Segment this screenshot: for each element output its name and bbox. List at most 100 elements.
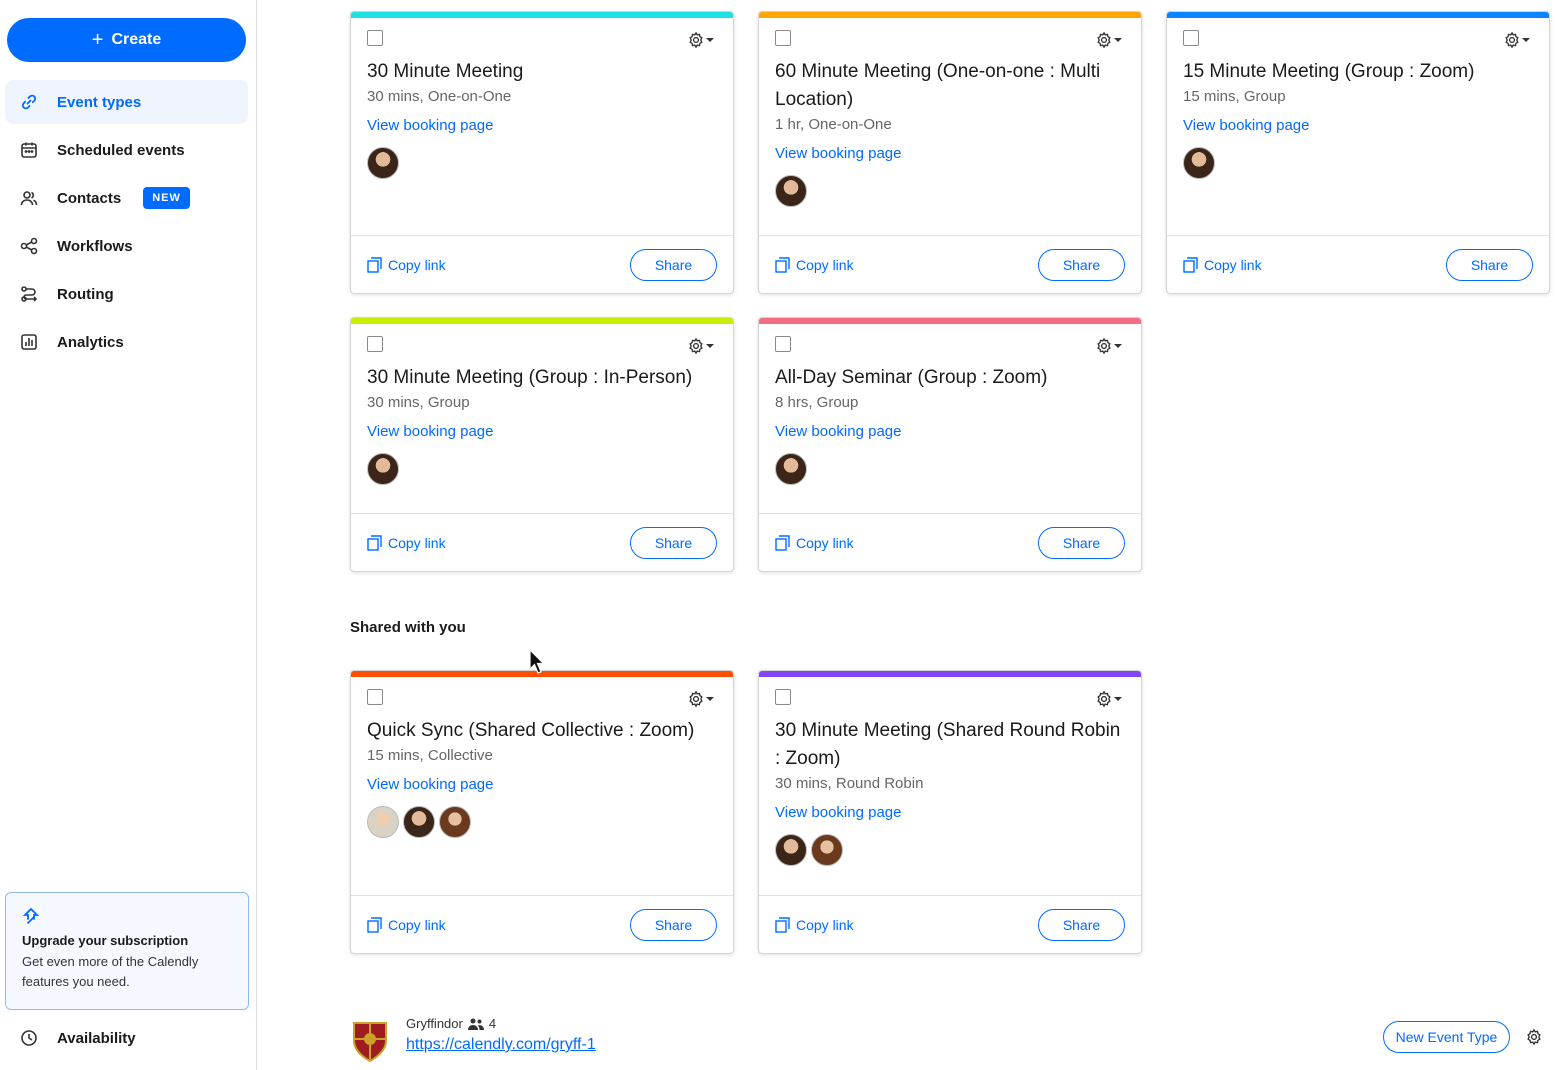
event-card: 30 Minute Meeting (Group : In-Person) 30… — [350, 317, 734, 572]
copy-link-button[interactable]: Copy link — [775, 257, 854, 273]
gear-icon — [689, 690, 703, 708]
event-card: 30 Minute Meeting (Shared Round Robin : … — [758, 670, 1142, 954]
mouse-cursor-icon — [529, 649, 545, 674]
avatar — [367, 453, 399, 485]
view-booking-link[interactable]: View booking page — [775, 804, 902, 821]
card-subtitle: 8 hrs, Group — [775, 394, 859, 411]
link-icon — [20, 93, 38, 111]
card-checkbox[interactable] — [775, 689, 791, 705]
gear-icon — [1505, 31, 1519, 49]
sidebar-item-label: Scheduled events — [57, 141, 185, 159]
copy-link-button[interactable]: Copy link — [367, 257, 446, 273]
avatar — [775, 175, 807, 207]
sidebar-item-label: Routing — [57, 285, 114, 303]
gear-icon — [1097, 31, 1111, 49]
gear-icon — [1097, 337, 1111, 355]
event-card: Quick Sync (Shared Collective : Zoom) 15… — [350, 670, 734, 954]
sidebar-item-event-types[interactable]: Event types — [5, 80, 248, 124]
sidebar-item-label: Event types — [57, 93, 142, 111]
sidebar-item-contacts[interactable]: Contacts NEW — [5, 176, 248, 220]
create-button[interactable]: + Create — [7, 18, 246, 62]
caret-down-icon — [706, 344, 714, 348]
copy-link-button[interactable]: Copy link — [775, 917, 854, 933]
card-checkbox[interactable] — [367, 336, 383, 352]
share-button[interactable]: Share — [1038, 248, 1125, 281]
caret-down-icon — [1114, 38, 1122, 42]
card-checkbox[interactable] — [367, 689, 383, 705]
gear-icon — [1527, 1028, 1541, 1046]
gear-icon — [1097, 690, 1111, 708]
caret-down-icon — [1522, 38, 1530, 42]
avatar — [367, 147, 399, 179]
sidebar-nav: Event types Scheduled events Contacts NE… — [5, 80, 248, 368]
sidebar-item-scheduled-events[interactable]: Scheduled events — [5, 128, 248, 172]
share-button[interactable]: Share — [630, 526, 717, 559]
sidebar: + Create Event types Scheduled events Co… — [0, 0, 257, 1070]
new-event-type-button[interactable]: New Event Type — [1383, 1021, 1510, 1053]
copy-link-button[interactable]: Copy link — [367, 535, 446, 551]
new-badge: NEW — [143, 187, 190, 209]
upgrade-panel[interactable]: Upgrade your subscription Get even more … — [5, 892, 249, 1010]
card-settings-menu[interactable] — [1503, 30, 1533, 50]
avatar — [367, 806, 399, 838]
team-name-label: Gryffindor — [406, 1016, 463, 1031]
copy-link-label: Copy link — [388, 534, 446, 551]
card-settings-menu[interactable] — [687, 30, 717, 50]
card-checkbox[interactable] — [775, 336, 791, 352]
analytics-icon — [20, 333, 38, 351]
app: + Create Event types Scheduled events Co… — [0, 0, 1558, 1070]
card-settings-menu[interactable] — [1095, 30, 1125, 50]
copy-link-button[interactable]: Copy link — [367, 917, 446, 933]
plus-icon: + — [91, 29, 104, 51]
share-button[interactable]: Share — [630, 248, 717, 281]
card-subtitle: 30 mins, Round Robin — [775, 775, 924, 792]
share-button[interactable]: Share — [1038, 526, 1125, 559]
sidebar-item-analytics[interactable]: Analytics — [5, 320, 248, 364]
caret-down-icon — [706, 697, 714, 701]
copy-link-button[interactable]: Copy link — [1183, 257, 1262, 273]
view-booking-link[interactable]: View booking page — [1183, 117, 1310, 134]
copy-link-label: Copy link — [796, 256, 854, 273]
upgrade-icon — [22, 907, 40, 925]
copy-icon — [367, 916, 382, 933]
share-button[interactable]: Share — [630, 908, 717, 941]
card-subtitle: 30 mins, One-on-One — [367, 88, 512, 105]
contacts-icon — [20, 189, 38, 207]
view-booking-link[interactable]: View booking page — [775, 423, 902, 440]
card-settings-menu[interactable] — [687, 336, 717, 356]
card-settings-menu[interactable] — [1095, 336, 1125, 356]
view-booking-link[interactable]: View booking page — [367, 776, 494, 793]
card-settings-menu[interactable] — [1095, 689, 1125, 709]
sidebar-item-label: Workflows — [57, 237, 133, 255]
card-checkbox[interactable] — [1183, 30, 1199, 46]
view-booking-link[interactable]: View booking page — [367, 423, 494, 440]
team-link[interactable]: https://calendly.com/gryff-1 — [406, 1036, 596, 1054]
sidebar-item-label: Contacts — [57, 189, 122, 207]
event-card: 15 Minute Meeting (Group : Zoom) 15 mins… — [1166, 11, 1550, 294]
share-button[interactable]: Share — [1038, 908, 1125, 941]
team-crest-icon — [350, 1019, 390, 1063]
view-booking-link[interactable]: View booking page — [367, 117, 494, 134]
card-title: Quick Sync (Shared Collective : Zoom) — [367, 720, 695, 741]
sidebar-item-workflows[interactable]: Workflows — [5, 224, 248, 268]
sidebar-item-routing[interactable]: Routing — [5, 272, 248, 316]
card-title: 60 Minute Meeting (One-on-one : Multi Lo… — [775, 61, 1101, 110]
card-checkbox[interactable] — [367, 30, 383, 46]
card-checkbox[interactable] — [775, 30, 791, 46]
copy-icon — [775, 534, 790, 551]
card-settings-menu[interactable] — [687, 689, 717, 709]
view-booking-link[interactable]: View booking page — [775, 145, 902, 162]
copy-link-button[interactable]: Copy link — [775, 535, 854, 551]
clock-icon — [20, 1029, 38, 1047]
copy-icon — [775, 256, 790, 273]
share-button[interactable]: Share — [1446, 248, 1533, 281]
team-settings-button[interactable] — [1525, 1028, 1543, 1046]
sidebar-item-availability[interactable]: Availability — [5, 1016, 248, 1060]
upgrade-title: Upgrade your subscription — [22, 933, 189, 948]
avatar — [775, 453, 807, 485]
availability-label: Availability — [57, 1029, 136, 1047]
copy-icon — [775, 916, 790, 933]
avatar — [403, 806, 435, 838]
copy-link-label: Copy link — [1204, 256, 1262, 273]
calendar-icon — [20, 141, 38, 159]
